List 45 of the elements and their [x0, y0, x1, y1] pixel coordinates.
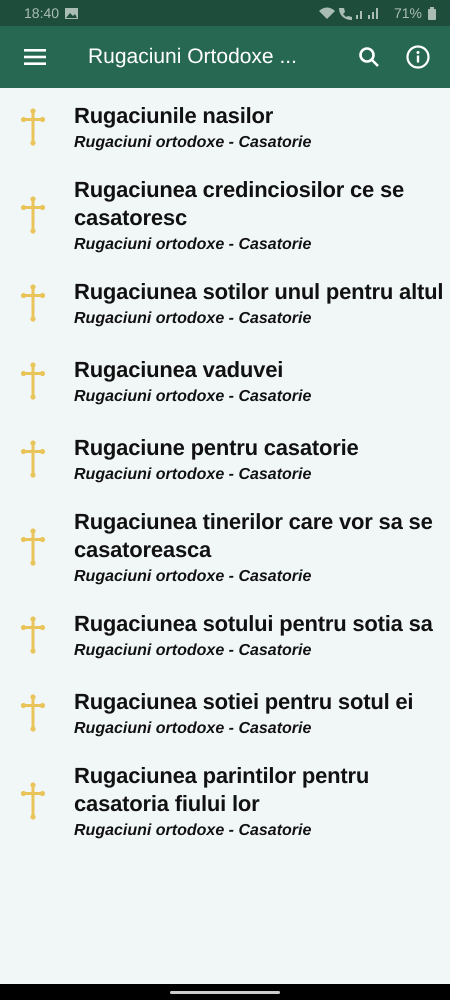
prayer-list-item[interactable]: Rugaciunea tinerilor care vor sa se casatoreasca Rugaciuni ortodoxe - Casatorie — [0, 498, 450, 596]
cross-icon — [20, 781, 46, 821]
cross-icon — [20, 527, 46, 567]
prayer-list-item[interactable]: Rugaciunea parintilor pentru casatoria fiului lor Rugaciuni ortodoxe - Casatorie — [0, 752, 450, 850]
prayer-title: Rugaciunea sotului pentru sotia sa — [74, 610, 433, 638]
prayer-list-item[interactable]: Rugaciunea vaduvei Rugaciuni ortodoxe - Casatorie — [0, 342, 450, 420]
menu-icon — [24, 49, 46, 65]
prayer-title: Rugaciunea sotiei pentru sotul ei — [74, 688, 414, 716]
info-icon — [406, 45, 430, 69]
prayer-title: Rugaciunea tinerilor care vor sa se casatoreasca — [74, 508, 434, 564]
prayer-category: Rugaciuni ortodoxe - Casatorie — [74, 134, 312, 152]
app-title: Rugaciuni Ortodoxe ... — [88, 45, 298, 69]
prayer-category: Rugaciuni ortodoxe - Casatorie — [74, 642, 312, 660]
cross-icon — [20, 195, 46, 235]
battery-percent: 71% — [394, 5, 422, 21]
prayer-list-item[interactable]: Rugaciunea sotiei pentru sotul ei Rugaciuni ortodoxe - Casatorie — [0, 674, 450, 752]
cross-icon — [20, 361, 46, 401]
prayer-category: Rugaciuni ortodoxe - Casatorie — [74, 568, 312, 586]
prayer-title: Rugaciunea sotilor unul pentru altul — [74, 278, 444, 306]
status-time: 18:40 — [24, 5, 60, 21]
prayer-title: Rugaciunea credinciosilor ce se casatoresc — [74, 176, 406, 232]
prayer-category: Rugaciuni ortodoxe - Casatorie — [74, 236, 312, 254]
prayer-category: Rugaciuni ortodoxe - Casatorie — [74, 466, 312, 484]
cross-icon — [20, 615, 46, 655]
prayer-category: Rugaciuni ortodoxe - Casatorie — [74, 310, 312, 328]
home-handle[interactable] — [170, 990, 280, 994]
cross-icon — [20, 107, 46, 147]
image-icon — [65, 8, 78, 18]
prayer-title: Rugaciunea vaduvei — [74, 356, 284, 384]
prayer-category: Rugaciuni ortodoxe - Casatorie — [74, 388, 312, 406]
prayer-list-item[interactable]: Rugaciunea sotilor unul pentru altul Rugaciuni ortodoxe - Casatorie — [0, 264, 450, 342]
prayer-category: Rugaciuni ortodoxe - Casatorie — [74, 720, 312, 738]
prayer-title: Rugaciunile nasilor — [74, 102, 274, 130]
battery-icon — [428, 6, 436, 20]
prayer-title: Rugaciunea parintilor pentru casatoria fiului lor — [74, 762, 370, 818]
cross-icon — [20, 283, 46, 323]
prayer-title: Rugaciune pentru casatorie — [74, 434, 359, 462]
prayer-list-item[interactable]: Rugaciune pentru casatorie Rugaciuni ortodoxe - Casatorie — [0, 420, 450, 498]
prayer-list-item[interactable]: Rugaciunea sotului pentru sotia sa Rugaciuni ortodoxe - Casatorie — [0, 596, 450, 674]
prayer-list-item[interactable]: Rugaciunea credinciosilor ce se casatoresc Rugaciuni ortodoxe - Casatorie — [0, 166, 450, 264]
cross-icon — [20, 439, 46, 479]
search-icon — [358, 46, 380, 68]
cross-icon — [20, 693, 46, 733]
prayer-category: Rugaciuni ortodoxe - Casatorie — [74, 822, 312, 840]
prayer-list-item[interactable]: Rugaciunile nasilor Rugaciuni ortodoxe - Casatorie — [0, 88, 450, 166]
